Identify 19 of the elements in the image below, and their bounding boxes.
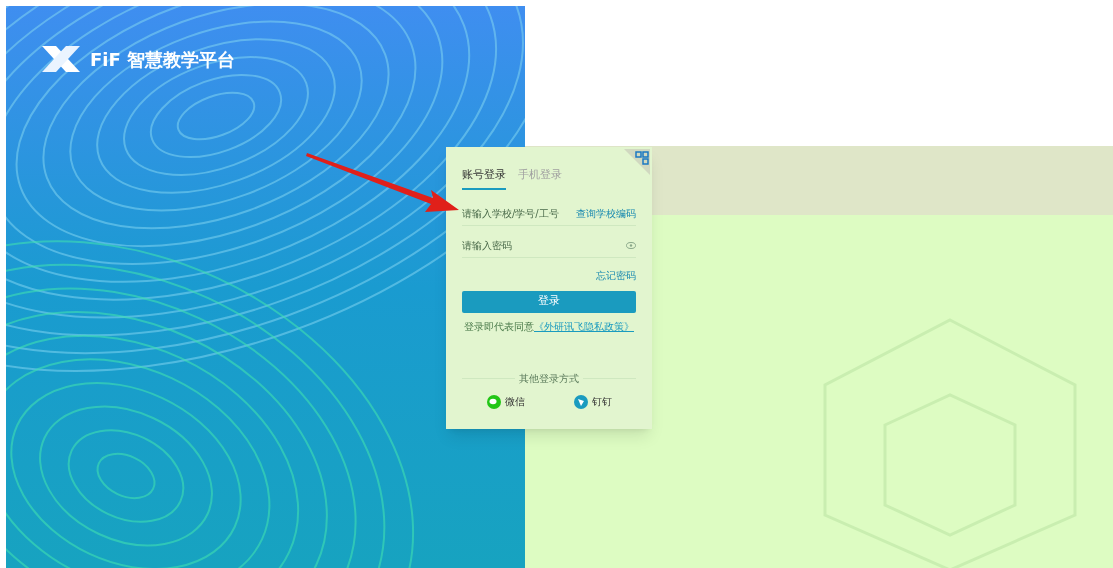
login-button[interactable]: 登录 bbox=[462, 290, 636, 313]
other-methods-title: 其他登录方式 bbox=[519, 372, 579, 386]
login-method-button[interactable]: 钉钉 bbox=[573, 394, 612, 409]
login-tab[interactable]: 手机登录 bbox=[518, 167, 562, 190]
arrow-icon bbox=[305, 150, 461, 214]
login-method-button[interactable]: 微信 bbox=[486, 394, 525, 409]
privacy-policy-link[interactable]: 《外研讯飞隐私政策》 bbox=[534, 320, 634, 332]
password-field[interactable]: 请输入密码 bbox=[462, 237, 582, 253]
eye-icon[interactable] bbox=[626, 241, 636, 249]
login-tab[interactable]: 账号登录 bbox=[462, 167, 506, 190]
chat-bubble-icon bbox=[486, 394, 501, 409]
forgot-password-link[interactable]: 忘记密码 bbox=[596, 267, 636, 283]
wing-icon bbox=[573, 394, 588, 409]
username-field[interactable]: 请输入学校/学号/工号 bbox=[462, 205, 574, 221]
agreement-text: 登录即代表同意《外研讯飞隐私政策》 bbox=[463, 319, 635, 334]
x-logo-icon bbox=[40, 44, 82, 74]
brand-name: FiF 智慧教学平台 bbox=[90, 47, 236, 72]
qr-code-icon bbox=[624, 149, 650, 175]
school-code-link[interactable]: 查询学校编码 bbox=[576, 205, 636, 221]
